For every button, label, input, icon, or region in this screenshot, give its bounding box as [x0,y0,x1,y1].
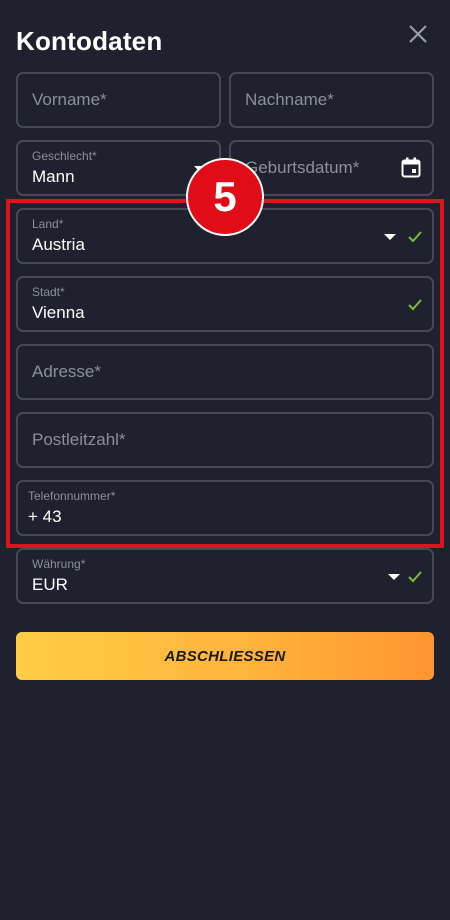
submit-button[interactable]: ABSCHLIESSEN [16,632,434,680]
currency-label: Währung* [32,557,86,571]
close-icon[interactable] [404,20,432,48]
address-placeholder: Adresse* [32,362,101,381]
birthdate-placeholder: Geburtsdatum* [245,158,360,177]
postal-code-placeholder: Postleitzahl* [32,430,126,449]
phone-label: Telefonnummer* [28,489,116,503]
city-label: Stadt* [32,285,65,299]
postal-code-field[interactable]: Postleitzahl* [16,412,434,468]
page-title: Kontodaten [16,26,163,56]
first-name-placeholder: Vorname* [32,90,107,109]
gender-label: Geschlecht* [32,149,97,163]
calendar-icon[interactable] [401,157,421,179]
checkmark-icon [408,299,422,311]
country-label: Land* [32,217,64,231]
gender-value: Mann [32,167,75,186]
currency-select[interactable]: Währung* EUR [16,548,434,604]
checkmark-icon [408,571,422,583]
checkmark-icon [408,231,422,243]
last-name-field[interactable]: Nachname* [229,72,434,128]
phone-field[interactable]: Telefonnummer* + 43 [16,480,434,536]
country-value: Austria [32,235,85,254]
currency-value: EUR [32,575,68,594]
address-field[interactable]: Adresse* [16,344,434,400]
city-value: Vienna [32,303,85,322]
last-name-placeholder: Nachname* [245,90,334,109]
step-badge: 5 [186,158,264,236]
dropdown-arrow-icon [384,234,396,240]
dropdown-arrow-icon [388,574,400,580]
first-name-field[interactable]: Vorname* [16,72,221,128]
city-field[interactable]: Stadt* Vienna [16,276,434,332]
phone-value: + 43 [28,507,62,526]
